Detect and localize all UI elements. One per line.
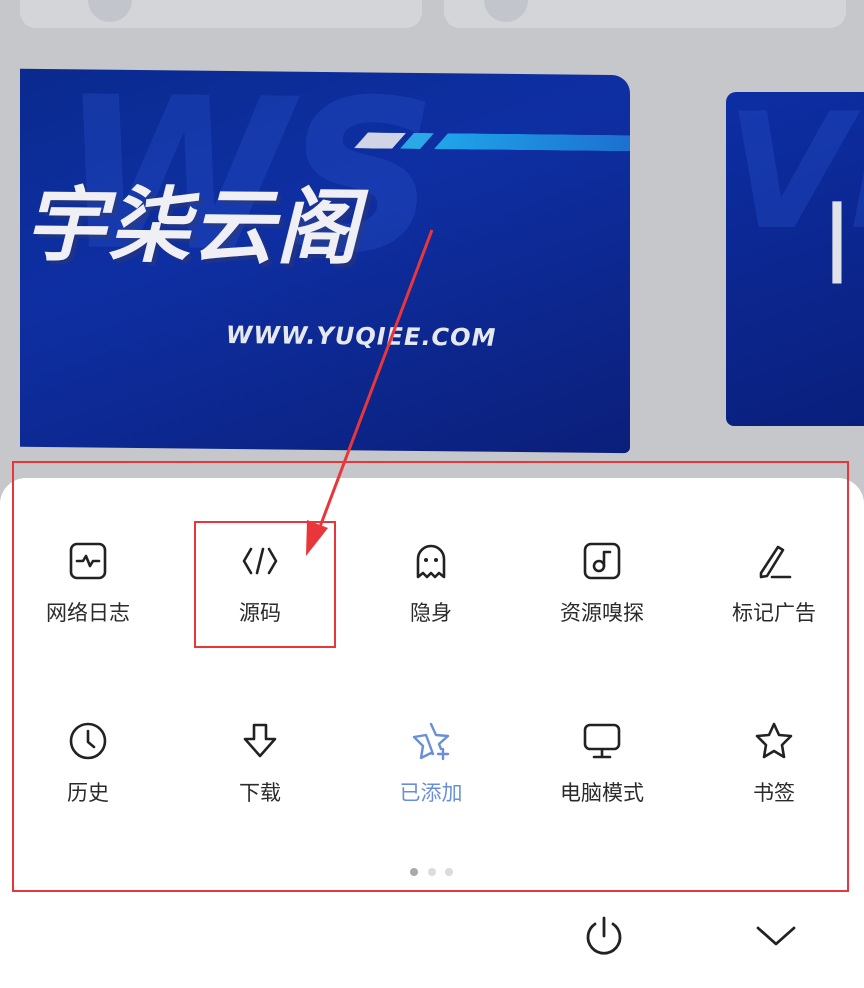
top-card-left[interactable] [20,0,422,28]
annotation-box-source-code [194,521,336,648]
power-button[interactable] [580,912,628,960]
banner-image-next[interactable]: VE | [726,92,864,426]
banner-stripes [354,132,630,151]
top-card-avatar [88,0,132,22]
banner-url: WWW.YUQIEE.COM [226,320,497,352]
banner-title: 宇柒云阁 [24,177,360,277]
top-card-avatar [484,0,528,22]
annotation-box-menu [12,461,849,892]
top-card-right[interactable] [444,0,846,28]
collapse-chevron-down-icon[interactable] [752,912,800,960]
banner-image[interactable]: WS 宇柒云阁 WWW.YUQIEE.COM [20,68,630,454]
banner-next-fragment: | [822,189,852,284]
